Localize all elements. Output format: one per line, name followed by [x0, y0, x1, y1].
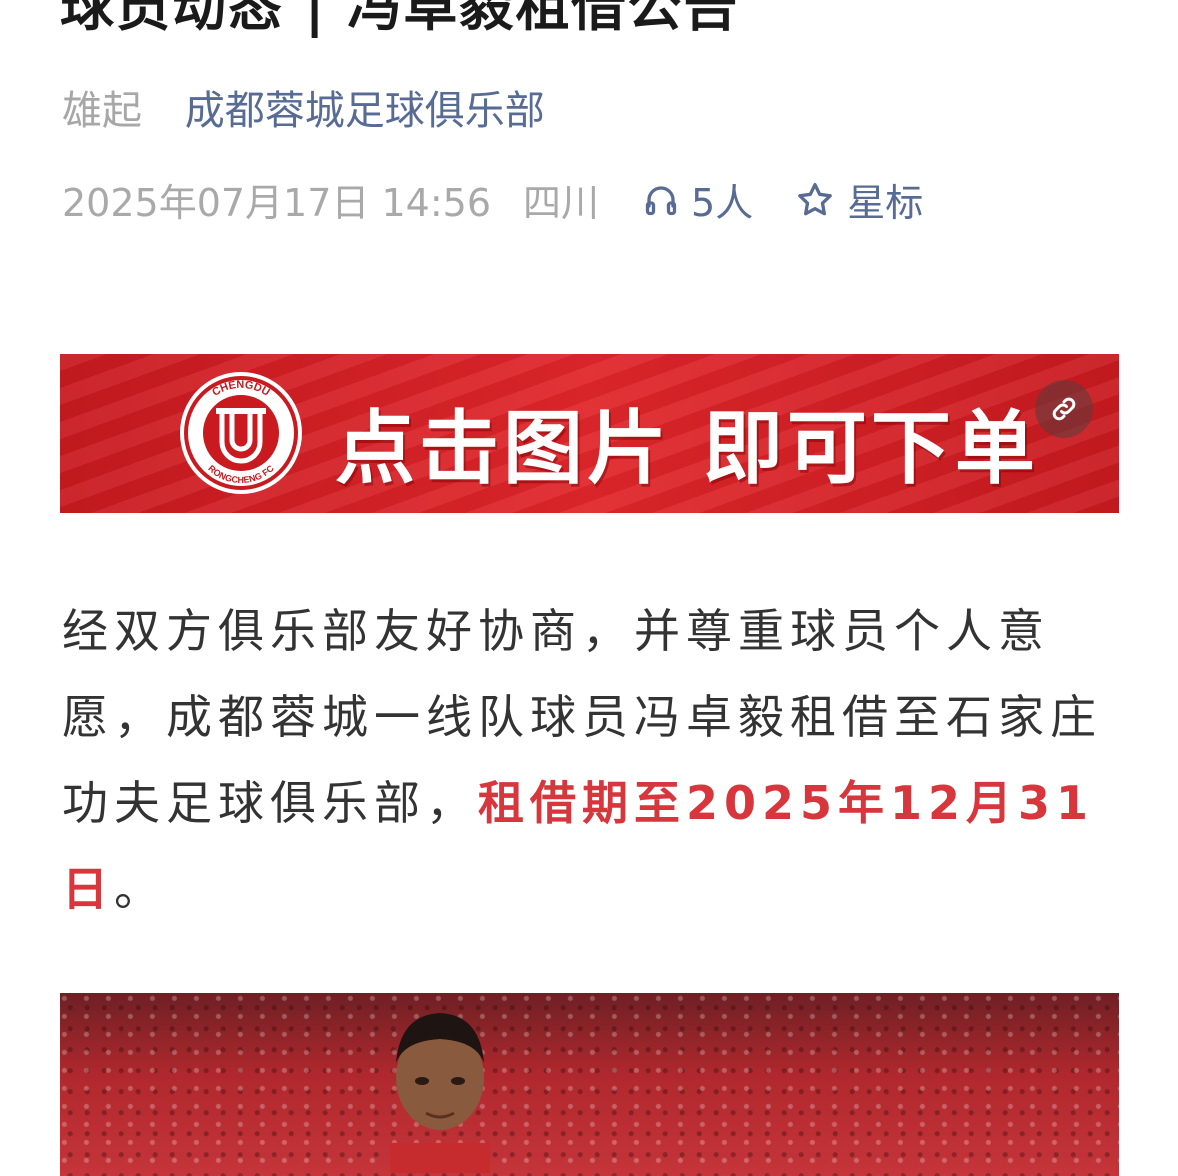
- meta-row: 2025年07月17日 14:56 四川 5人 星标: [62, 172, 923, 227]
- listen-button[interactable]: 5人: [643, 172, 753, 227]
- order-banner[interactable]: CHENGDU RONGCHENG FC 点击图片 即可下单: [60, 354, 1119, 513]
- publish-date: 2025年07月17日 14:56: [62, 181, 492, 225]
- link-icon[interactable]: [1035, 380, 1093, 438]
- star-button[interactable]: 星标: [795, 172, 923, 227]
- author-name: 雄起: [62, 88, 142, 134]
- banner-text: 点击图片 即可下单: [335, 402, 1039, 495]
- article-photo[interactable]: [60, 993, 1119, 1176]
- listen-count: 5人: [691, 181, 754, 225]
- club-logo: CHENGDU RONGCHENG FC: [180, 372, 302, 494]
- star-icon: [798, 182, 833, 215]
- article-paragraph: 经双方俱乐部友好协商，并尊重球员个人意愿，成都蓉城一线队球员冯卓毅租借至石家庄功…: [62, 588, 1122, 932]
- article-title: 球员动态 | 冯卓毅租借公告: [60, 0, 740, 38]
- account-name-link[interactable]: 成都蓉城足球俱乐部: [185, 88, 545, 134]
- author-row: 雄起 成都蓉城足球俱乐部: [62, 78, 545, 136]
- player-figure: [390, 1013, 490, 1173]
- publish-location: 四川: [523, 181, 600, 225]
- star-label: 星标: [847, 181, 924, 225]
- headphones-icon: [645, 185, 677, 215]
- paragraph-end: 。: [114, 862, 166, 916]
